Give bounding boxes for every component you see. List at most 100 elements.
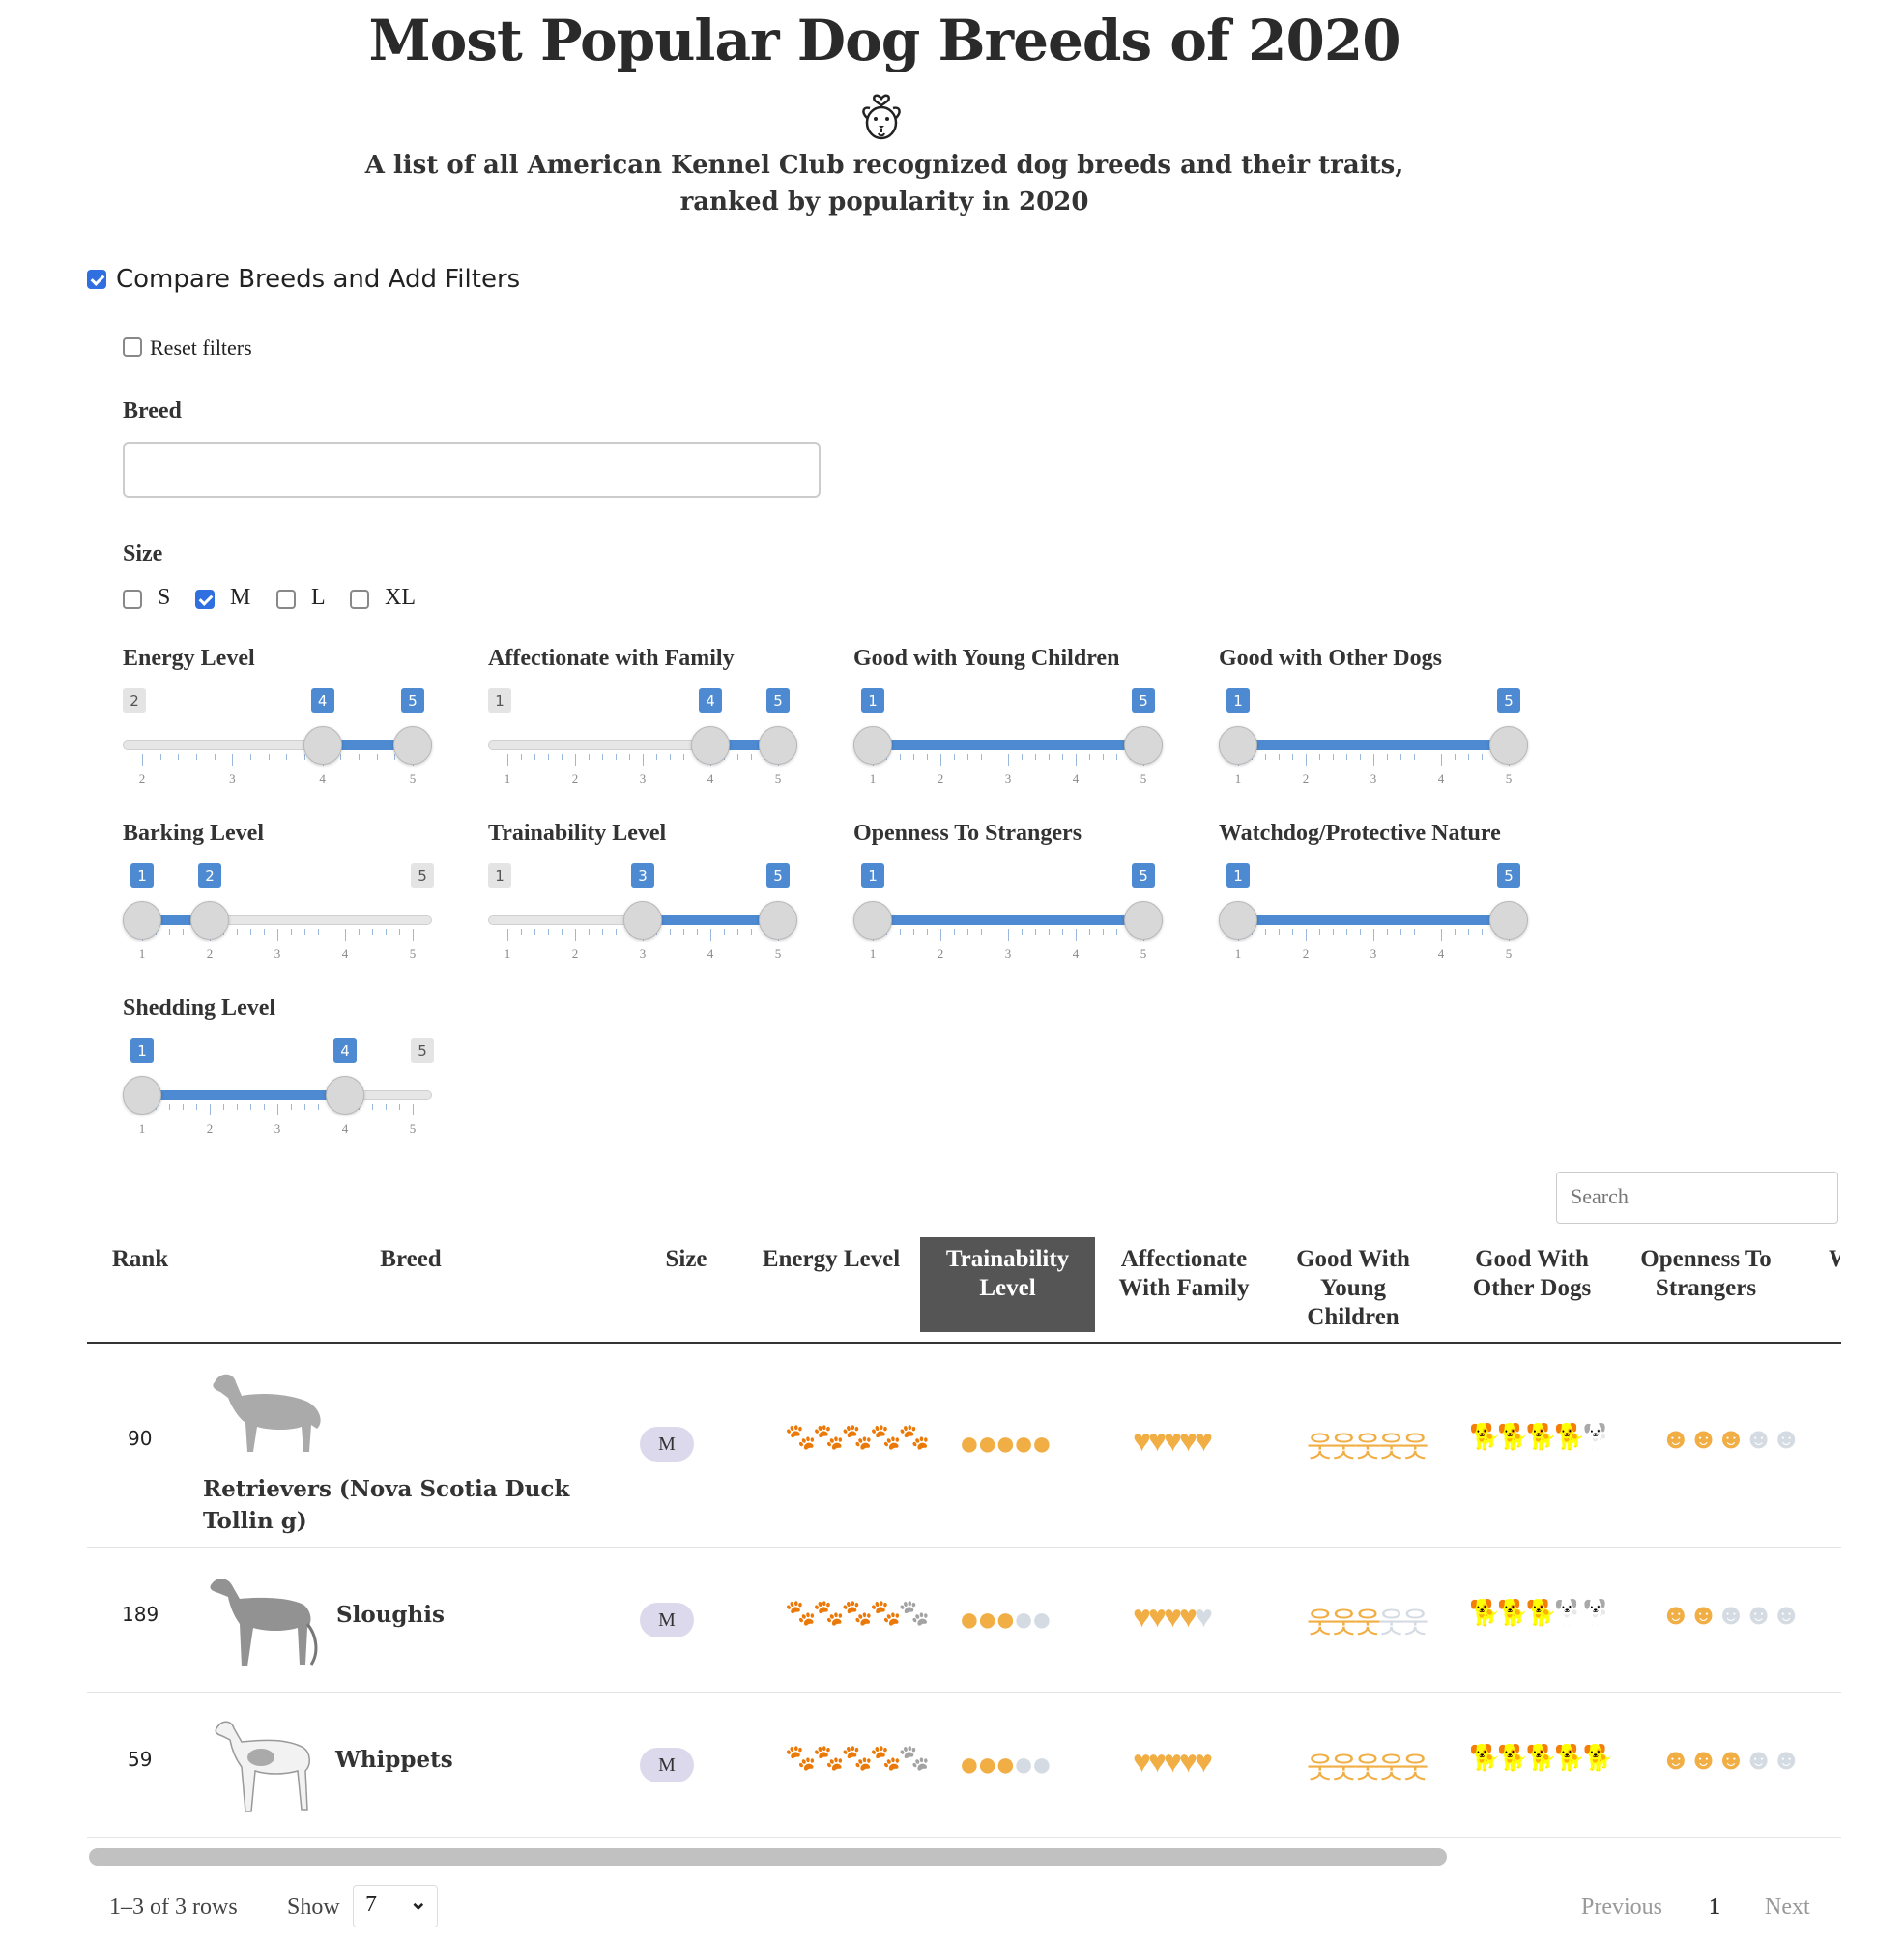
slider-label: Good with Other Dogs (1219, 646, 1442, 671)
good-young-children-slider[interactable]: Good with Young Children 1 2 3 4 5 1 5 (853, 646, 1172, 800)
slider-low-handle[interactable] (303, 726, 342, 765)
header-watchdog-partial[interactable]: W (1829, 1245, 1840, 1274)
slider-tick-label: 3 (639, 946, 647, 961)
header-size[interactable]: Size (648, 1245, 725, 1274)
slider-tick-label: 1 (138, 946, 146, 961)
slider-low-handle[interactable] (123, 1076, 161, 1115)
table-search-input[interactable]: Search (1556, 1172, 1838, 1224)
row-1-breed-name[interactable]: Retrievers (Nova Scotia Duck Tollin g) (203, 1473, 628, 1537)
size-l-label: L (311, 585, 326, 610)
row-2-breed-name[interactable]: Sloughis (336, 1599, 445, 1631)
slider-tick (562, 929, 563, 935)
slider-tick (1279, 754, 1280, 760)
row-1-strangers-rating: ☻☻☻☻☻ (1660, 1423, 1802, 1456)
slider-tick (178, 754, 180, 760)
slider-low-value: 3 (631, 863, 654, 888)
slider-high-handle[interactable] (1124, 901, 1163, 940)
header-breed[interactable]: Breed (358, 1245, 464, 1274)
slider-tick-label: 3 (229, 771, 236, 786)
slider-low-handle[interactable] (853, 726, 892, 765)
slider-tick (1441, 754, 1442, 766)
slider-low-handle[interactable] (623, 901, 662, 940)
energy-level-slider[interactable]: Energy Level 2 3 4 5 2 4 5 (123, 646, 442, 800)
slider-tick (142, 754, 143, 766)
row-3-breed-name[interactable]: Whippets (335, 1744, 453, 1776)
size-s-checkbox[interactable] (123, 590, 142, 609)
slider-tick-label: 1 (504, 771, 511, 786)
child-figure-icon: 웃 (1307, 1608, 1334, 1639)
row-1-dogs-rating: 🐕🐕🐕🐕🐕 (1469, 1423, 1614, 1452)
slider-tick (534, 929, 535, 935)
slider-low-handle[interactable] (1219, 901, 1257, 940)
slider-low-handle[interactable] (691, 726, 730, 765)
slider-tick (1265, 754, 1266, 760)
header-affectionate-family[interactable]: Affectionate With Family (1097, 1245, 1271, 1303)
dog-icon: 🐕 (1554, 1744, 1585, 1772)
slider-high-handle[interactable] (393, 726, 432, 765)
slider-high-handle[interactable] (759, 726, 797, 765)
slider-tick-label: 4 (319, 771, 326, 786)
slider-high-handle[interactable] (759, 901, 797, 940)
slider-tick (386, 929, 387, 935)
header-good-other-dogs[interactable]: Good With Other Dogs (1450, 1245, 1614, 1303)
slider-high-handle[interactable] (1489, 726, 1528, 765)
barking-level-slider[interactable]: Barking Level 1 2 3 4 5 5 1 2 (123, 821, 442, 975)
slider-tick-label: 4 (1072, 771, 1080, 786)
slider-low-handle[interactable] (1219, 726, 1257, 765)
slider-tick-label: 3 (1004, 771, 1012, 786)
paw-icon: 🐾 (785, 1744, 816, 1772)
slider-low-handle[interactable] (853, 901, 892, 940)
slider-high-handle[interactable] (326, 1076, 364, 1115)
slider-tick-label: 2 (1302, 946, 1310, 961)
size-l-checkbox[interactable] (276, 590, 296, 609)
slider-tick (1022, 929, 1023, 935)
slider-tick (250, 754, 251, 760)
breed-input[interactable] (123, 442, 821, 498)
compare-checkbox[interactable] (87, 270, 106, 289)
header-energy-level[interactable]: Energy Level (744, 1245, 918, 1274)
slider-low-handle[interactable] (123, 901, 161, 940)
table-horizontal-scrollbar[interactable] (89, 1848, 1447, 1866)
page-1-button[interactable]: 1 (1709, 1895, 1720, 1921)
slider-tick (927, 754, 928, 760)
breed-filter-label: Breed (123, 398, 182, 423)
circle-icon: ● (1031, 1600, 1053, 1638)
slider-high-handle[interactable] (1489, 901, 1528, 940)
header-rank[interactable]: Rank (97, 1245, 184, 1274)
watchdog-protective-slider[interactable]: Watchdog/Protective Nature 1 2 3 4 5 1 5 (1219, 821, 1538, 975)
child-figure-icon: 웃 (1401, 1432, 1428, 1463)
slider-tick (913, 929, 914, 935)
slider-tick-label: 3 (1004, 946, 1012, 961)
slider-tick (359, 929, 360, 935)
paw-icon: 🐾 (813, 1744, 844, 1772)
heart-icon: ♥ (1133, 1423, 1151, 1458)
slider-tick (1319, 929, 1320, 935)
row-2-children-rating: 웃웃웃웃웃 (1307, 1599, 1428, 1641)
size-m-checkbox[interactable] (195, 590, 215, 609)
slider-tick (169, 1104, 170, 1110)
header-good-young-children[interactable]: Good With Young Children (1276, 1245, 1430, 1332)
reset-filters-checkbox[interactable] (123, 337, 142, 357)
slider-label: Watchdog/Protective Nature (1219, 821, 1501, 846)
size-xl-checkbox[interactable] (350, 590, 369, 609)
heart-icon: ♥ (1133, 1744, 1151, 1779)
slider-high-handle[interactable] (190, 901, 229, 940)
row-3-dogs-rating: 🐕🐕🐕🐕🐕 (1469, 1744, 1614, 1773)
next-page-button[interactable]: Next (1765, 1895, 1810, 1921)
shedding-level-slider[interactable]: Shedding Level 1 2 3 4 5 5 1 4 (123, 996, 442, 1150)
circle-icon: ● (1013, 1424, 1034, 1463)
slider-tick (232, 754, 234, 766)
header-trainability-level[interactable]: Trainability Level (920, 1237, 1095, 1332)
page-size-select[interactable]: 7 ⌄ (353, 1885, 438, 1927)
slider-tick-label: 1 (1234, 771, 1242, 786)
previous-page-button[interactable]: Previous (1581, 1895, 1662, 1921)
good-other-dogs-slider[interactable]: Good with Other Dogs 1 2 3 4 5 1 5 (1219, 646, 1538, 800)
slider-high-handle[interactable] (1124, 726, 1163, 765)
slider-tick (1387, 929, 1388, 935)
affectionate-family-slider[interactable]: Affectionate with Family 1 2 3 4 5 1 4 5 (488, 646, 807, 800)
header-openness-strangers[interactable]: Openness To Strangers (1624, 1245, 1788, 1303)
slider-min-label: 1 (488, 863, 511, 888)
smiley-icon: ☻ (1660, 1744, 1691, 1776)
openness-strangers-slider[interactable]: Openness To Strangers 1 2 3 4 5 1 5 (853, 821, 1172, 975)
trainability-level-slider[interactable]: Trainability Level 1 2 3 4 5 1 3 5 (488, 821, 807, 975)
